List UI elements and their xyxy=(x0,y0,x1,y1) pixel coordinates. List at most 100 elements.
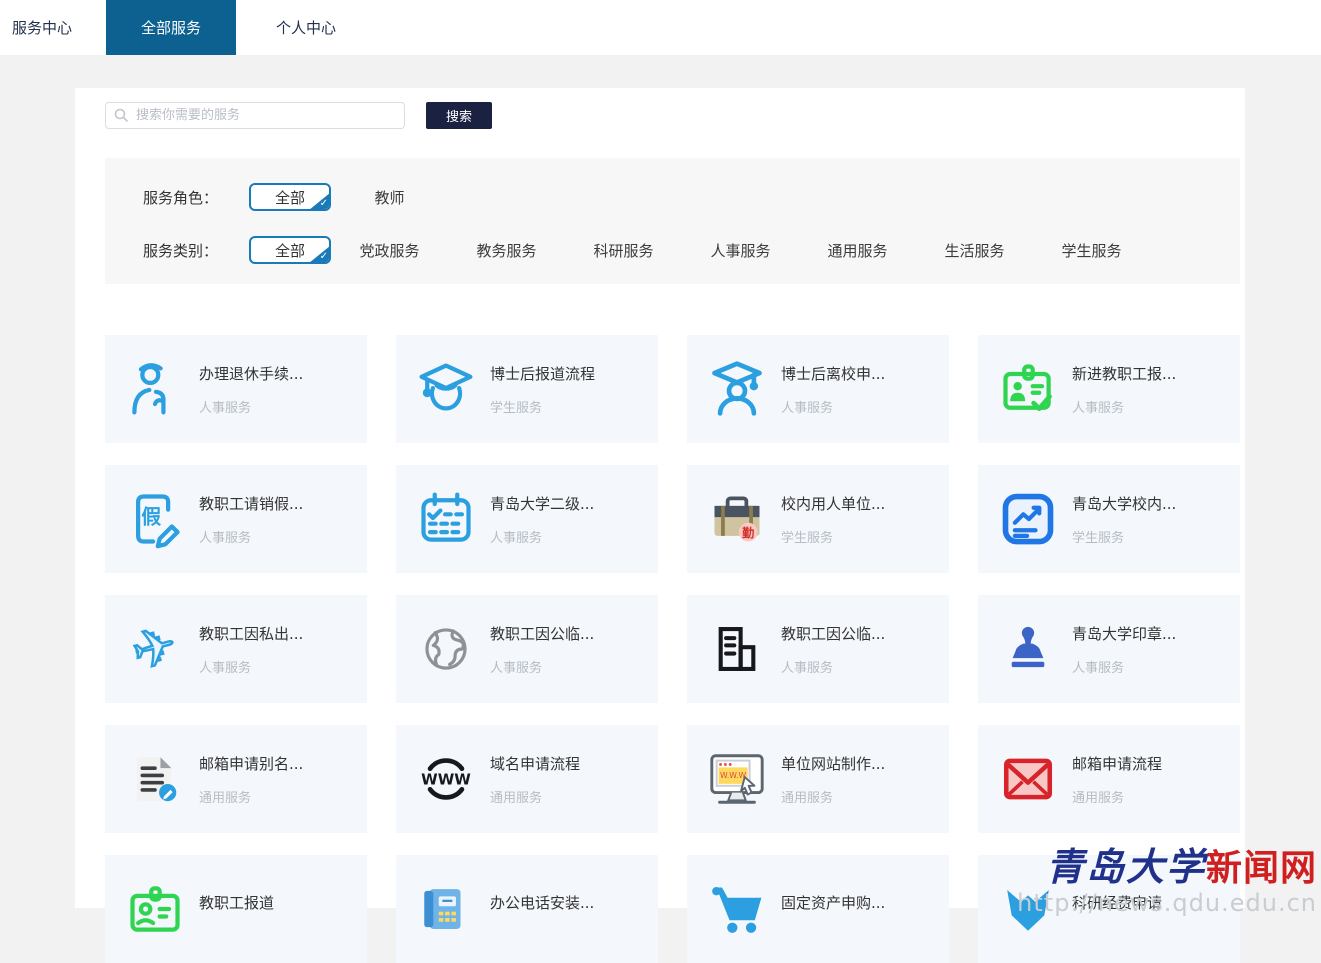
leave-note-icon: 假 xyxy=(123,487,187,551)
envelope-icon xyxy=(996,747,1060,811)
service-card[interactable]: 办公电话安装... xyxy=(396,855,658,963)
www-icon: WWW xyxy=(414,747,478,811)
filter-option[interactable]: 科研服务 xyxy=(565,240,682,261)
briefcase-badge-icon: 勤 xyxy=(705,487,769,551)
service-card[interactable]: 邮箱申请流程 通用服务 xyxy=(978,725,1240,833)
service-card[interactable]: 固定资产申购... xyxy=(687,855,949,963)
card-title: 青岛大学校内... xyxy=(1072,494,1177,513)
card-text: 教职工报道 xyxy=(199,892,274,926)
role-options: 教师 xyxy=(331,187,448,208)
graduation-cap-icon xyxy=(414,357,478,421)
service-card[interactable]: 教职工报道 xyxy=(105,855,367,963)
svg-text:假: 假 xyxy=(141,506,161,529)
search-input[interactable] xyxy=(105,102,405,129)
nav-tab-1-active[interactable]: 全部服务 xyxy=(106,0,237,55)
filter-option[interactable]: 教务服务 xyxy=(448,240,565,261)
card-category: 人事服务 xyxy=(1072,400,1125,416)
service-card[interactable]: ✈ 教职工因私出... 人事服务 xyxy=(105,595,367,703)
svg-text:WWW: WWW xyxy=(421,771,471,789)
card-category: 人事服务 xyxy=(490,660,543,676)
card-title: 邮箱申请别名... xyxy=(199,754,304,773)
card-title: 教职工请销假... xyxy=(199,494,304,513)
service-card[interactable]: 假 教职工请销假... 人事服务 xyxy=(105,465,367,573)
service-card[interactable]: 办理退休手续... 人事服务 xyxy=(105,335,367,443)
search-input-wrap xyxy=(105,102,405,129)
card-text: 办理退休手续... 人事服务 xyxy=(199,363,303,416)
role-filter-label: 服务角色： xyxy=(143,188,219,207)
service-card[interactable]: 勤 校内用人单位... 学生服务 xyxy=(687,465,949,573)
card-text: 教职工因公临... 人事服务 xyxy=(781,623,885,676)
filter-option[interactable]: 学生服务 xyxy=(1033,240,1150,261)
card-category: 通用服务 xyxy=(490,790,543,806)
card-text: 教职工请销假... 人事服务 xyxy=(199,493,303,546)
card-text: 博士后报道流程 学生服务 xyxy=(490,363,595,416)
service-cards-grid: 办理退休手续... 人事服务 博士后报道流程 学生服务 博士后离校申... 人事服务 新进教… xyxy=(105,335,1240,963)
stamp-icon xyxy=(996,617,1060,681)
service-card[interactable]: 青岛大学校内... 学生服务 xyxy=(978,465,1240,573)
card-category: 人事服务 xyxy=(199,400,252,416)
airplane-icon: ✈ xyxy=(125,613,185,685)
filter-option[interactable]: 党政服务 xyxy=(331,240,448,261)
card-text: 新进教职工报... 人事服务 xyxy=(1072,363,1176,416)
card-category: 通用服务 xyxy=(199,790,252,806)
card-text: 办公电话安装... xyxy=(490,892,594,926)
service-card[interactable]: 博士后离校申... 人事服务 xyxy=(687,335,949,443)
research-fund-icon xyxy=(996,877,1060,941)
service-card[interactable]: 博士后报道流程 学生服务 xyxy=(396,335,658,443)
card-title: 固定资产申购... xyxy=(781,894,886,912)
card-category: 学生服务 xyxy=(781,530,834,546)
card-title: 办公电话安装... xyxy=(490,894,595,912)
card-text: 教职工因公临... 人事服务 xyxy=(490,623,594,676)
service-card[interactable]: 青岛大学二级... 人事服务 xyxy=(396,465,658,573)
card-category: 学生服务 xyxy=(1072,530,1125,546)
nav-tab-0[interactable]: 服务中心 xyxy=(0,0,84,55)
card-title: 校内用人单位... xyxy=(781,494,886,513)
globe-icon xyxy=(414,617,478,681)
card-title: 教职工因公临... xyxy=(781,624,886,643)
filter-row-category: 服务类别： 全部 ✓ 党政服务 教务服务 科研服务 人事服务 通用服务 生活服务 学生服务 xyxy=(143,236,1240,264)
card-category: 人事服务 xyxy=(781,660,834,676)
card-title: 新进教职工报... xyxy=(1072,364,1177,383)
card-title: 青岛大学印章... xyxy=(1072,624,1177,643)
category-selected-label: 全部 xyxy=(274,241,305,260)
search-button[interactable]: 搜索 xyxy=(426,102,492,129)
card-title: 青岛大学二级... xyxy=(490,494,595,513)
check-icon: ✓ xyxy=(319,251,328,262)
service-card[interactable]: WWW 域名申请流程 通用服务 xyxy=(396,725,658,833)
check-icon: ✓ xyxy=(319,198,328,209)
card-category: 人事服务 xyxy=(1072,660,1125,676)
service-card[interactable]: W.W.W 单位网站制作... 通用服务 xyxy=(687,725,949,833)
category-selected-button[interactable]: 全部 ✓ xyxy=(249,236,331,264)
card-title: 科研经费申请 xyxy=(1072,894,1163,912)
category-options: 党政服务 教务服务 科研服务 人事服务 通用服务 生活服务 学生服务 xyxy=(331,240,1150,261)
telephone-icon xyxy=(414,877,478,941)
service-card[interactable]: 新进教职工报... 人事服务 xyxy=(978,335,1240,443)
filter-option[interactable]: 教师 xyxy=(331,187,448,208)
card-title: 教职工报道 xyxy=(199,894,275,912)
card-title: 教职工因私出... xyxy=(199,624,304,643)
role-selected-label: 全部 xyxy=(274,188,305,207)
filter-option[interactable]: 生活服务 xyxy=(916,240,1033,261)
filter-option[interactable]: 通用服务 xyxy=(799,240,916,261)
service-card[interactable]: 青岛大学印章... 人事服务 xyxy=(978,595,1240,703)
card-text: 邮箱申请别名... 通用服务 xyxy=(199,753,303,806)
filter-option[interactable]: 人事服务 xyxy=(682,240,799,261)
card-category: 人事服务 xyxy=(199,660,252,676)
filter-row-role: 服务角色： 全部 ✓ 教师 xyxy=(143,183,1240,211)
service-card[interactable]: 邮箱申请别名... 通用服务 xyxy=(105,725,367,833)
service-card[interactable]: 教职工因公临... 人事服务 xyxy=(687,595,949,703)
service-card[interactable]: 科研经费申请 xyxy=(978,855,1240,963)
content-panel: 搜索 服务角色： 全部 ✓ 教师 服务类别： 全部 ✓ 党政服务教务服务科研服务… xyxy=(75,88,1245,963)
card-category: 通用服务 xyxy=(781,790,834,806)
card-text: 校内用人单位... 学生服务 xyxy=(781,493,885,546)
card-text: 青岛大学校内... 学生服务 xyxy=(1072,493,1176,546)
service-card[interactable]: 教职工因公临... 人事服务 xyxy=(396,595,658,703)
id-badge-icon xyxy=(123,877,187,941)
nav-tab-2[interactable]: 个人中心 xyxy=(264,0,348,55)
card-text: 博士后离校申... 人事服务 xyxy=(781,363,885,416)
card-title: 博士后报道流程 xyxy=(490,364,596,383)
card-category: 通用服务 xyxy=(1072,790,1125,806)
role-selected-button[interactable]: 全部 ✓ xyxy=(249,183,331,211)
filter-panel: 服务角色： 全部 ✓ 教师 服务类别： 全部 ✓ 党政服务 教务服务 科研服务 人事服… xyxy=(105,158,1240,284)
building-icon xyxy=(705,617,769,681)
